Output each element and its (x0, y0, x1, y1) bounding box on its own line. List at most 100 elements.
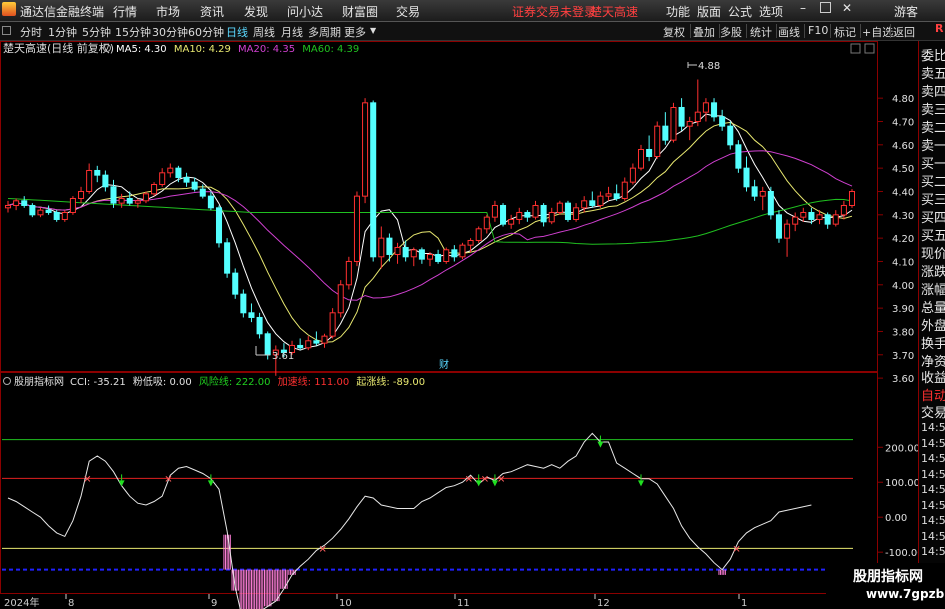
candle-body (816, 214, 823, 220)
ma-legend: MA5: 4.30 MA10: 4.29 MA20: 4.35 MA60: 4.… (116, 44, 359, 55)
menu-options[interactable]: 选项 (759, 3, 783, 20)
period-more[interactable]: 更多 (344, 24, 366, 40)
candle-body (508, 218, 515, 225)
tick-time: 14:56 (921, 545, 945, 558)
period-multi[interactable]: 多周期 (308, 24, 341, 40)
y-tick-main: 4.50 (892, 164, 914, 175)
chevron-down-icon[interactable]: ▼ (370, 26, 376, 35)
period-5min[interactable]: 5分钟 (82, 24, 111, 40)
kline-chart[interactable]: 楚天高速(日线 前复权) MA5: 4.30 MA10: 4.29 MA20: … (0, 41, 918, 609)
cci-value: CCI: -35.21 (70, 377, 126, 388)
candle-body (110, 186, 117, 204)
candle-body (800, 211, 807, 218)
r-badge: R (935, 22, 944, 35)
tick-time: 14:56 (921, 467, 945, 481)
candle-body (532, 204, 539, 218)
user-label[interactable]: 游客 (894, 3, 918, 20)
buy-butterfly-icon: ✕ (83, 474, 91, 485)
close-panel-icon[interactable] (864, 43, 875, 54)
candle-body (313, 340, 320, 344)
y-tick-main: 3.80 (892, 327, 914, 338)
candle-body (94, 169, 101, 176)
btn-draw[interactable]: 画线 (778, 24, 800, 40)
y-tick-main: 3.70 (892, 351, 914, 362)
candle-body (126, 197, 133, 204)
period-daily[interactable]: 日线 (226, 24, 248, 40)
candle-body (86, 169, 93, 192)
menu-function[interactable]: 功能 (666, 3, 690, 20)
label-outer: 外盘 (921, 319, 945, 334)
login-notice[interactable]: 证券交易未登录 (512, 3, 596, 20)
ma60-line (7, 198, 853, 245)
candle-body (564, 202, 571, 220)
menu-market[interactable]: 市场 (156, 3, 180, 20)
candle-body (670, 106, 677, 141)
candle-body (61, 211, 68, 220)
minimize-icon[interactable]: – (800, 1, 806, 15)
period-60min[interactable]: 60分钟 (188, 24, 224, 40)
event-marker[interactable]: 财 (439, 358, 449, 371)
candle-body (443, 249, 450, 262)
btn-statistics[interactable]: 统计 (750, 24, 772, 40)
candle-body (151, 183, 158, 195)
buy-butterfly-icon: ✕ (465, 474, 473, 485)
label-ask5: 卖五 (921, 67, 945, 82)
candle-body (362, 102, 369, 197)
trade-label[interactable]: 交易 (921, 402, 945, 421)
candle-body (491, 204, 498, 218)
label-ask1: 卖一 (921, 139, 945, 154)
label-bid1: 买一 (921, 157, 945, 172)
high-price-label: 4.88 (698, 61, 720, 72)
label-ask4: 卖四 (921, 85, 945, 100)
candle-body (240, 293, 247, 314)
candle-body (248, 312, 255, 318)
period-30min[interactable]: 30分钟 (152, 24, 188, 40)
menu-formula[interactable]: 公式 (728, 3, 752, 20)
candle-body (142, 193, 149, 202)
ma20-line (7, 150, 853, 301)
period-15min[interactable]: 15分钟 (115, 24, 151, 40)
btn-multi-stock[interactable]: 多股 (720, 24, 742, 40)
btn-back[interactable]: 返回 (893, 24, 915, 40)
menu-news[interactable]: 资讯 (200, 3, 224, 20)
period-weekly[interactable]: 周线 (253, 24, 275, 40)
menu-trade[interactable]: 交易 (396, 3, 420, 20)
btn-mark[interactable]: 标记 (834, 24, 856, 40)
menu-ask[interactable]: 问小达 (287, 3, 323, 20)
btn-f10[interactable]: F10 (808, 24, 828, 37)
menu-quotes[interactable]: 行情 (113, 3, 137, 20)
btn-overlay[interactable]: 叠加 (693, 24, 715, 40)
period-monthly[interactable]: 月线 (281, 24, 303, 40)
period-1min[interactable]: 1分钟 (48, 24, 77, 40)
btn-add-watchlist[interactable]: +自选 (862, 24, 893, 40)
candle-body (548, 211, 555, 223)
quote-side-panel: 委比 卖五 卖四 卖三 卖二 卖一 买一 买二 买三 买四 买五 现价 涨跌 涨… (918, 41, 945, 609)
menu-community[interactable]: 财富圈 (342, 3, 378, 20)
candle-body (662, 125, 669, 141)
candle-body (759, 190, 766, 197)
ma20-label: MA20: 4.35 (238, 44, 295, 55)
candle-body (751, 186, 758, 197)
risk-line-value: 风险线: 222.00 (199, 375, 271, 388)
candle-body (264, 333, 271, 356)
label-pct-change: 涨幅 (921, 283, 945, 298)
candle-body (45, 209, 52, 213)
restore-panel-icon[interactable] (850, 43, 861, 54)
menu-discover[interactable]: 发现 (244, 3, 268, 20)
accel-line-value: 加速线: 111.00 (278, 375, 350, 388)
close-icon[interactable]: ✕ (842, 1, 852, 15)
candle-body (792, 216, 799, 225)
indicator-settings-icon[interactable] (3, 377, 11, 385)
tick-time: 14:56 (921, 514, 945, 527)
menu-layout[interactable]: 版面 (697, 3, 721, 20)
candle-body (167, 167, 174, 174)
candle-body (483, 216, 490, 230)
maximize-icon[interactable] (820, 2, 831, 13)
candle-body (29, 204, 36, 216)
period-intraday[interactable]: 分时 (20, 24, 42, 40)
tick-time: 14:56 (921, 452, 945, 465)
candle-body (767, 190, 774, 216)
ma5-label: MA5: 4.30 (116, 44, 167, 55)
collapse-icon[interactable] (2, 26, 11, 35)
btn-adjust[interactable]: 复权 (663, 24, 685, 40)
